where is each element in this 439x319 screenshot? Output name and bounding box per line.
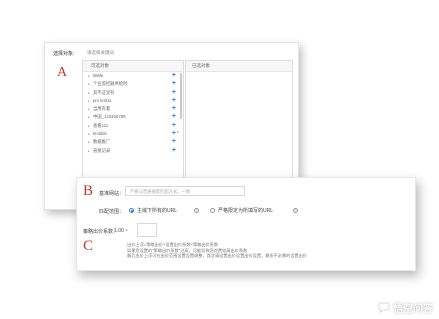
add-icon[interactable]: +	[172, 130, 176, 138]
list-item[interactable]: ▸ 数据推广 +	[83, 138, 183, 146]
expand-arrow-icon[interactable]: ▸	[88, 122, 90, 130]
bid-settings-card: B C 基准网站： 严格与普通搜索匹配方式，一致 匹配范围： 主域下所有的URL…	[76, 177, 416, 271]
list-item[interactable]: ▸ 当用有着 +	[83, 105, 183, 113]
marker-c: C	[83, 238, 94, 254]
bid-factor-label: 策略出价系数：	[83, 229, 119, 235]
list-item[interactable]: ▸ B-ddds +	[83, 130, 183, 138]
list-scrollbar[interactable]	[180, 73, 182, 119]
watermark-text: 悟空问答	[393, 304, 433, 315]
marker-a: A	[57, 65, 68, 80]
list-item[interactable]: ▸ 其不这里有 +	[83, 89, 183, 97]
available-list-header: 可选对象	[83, 61, 183, 72]
list-item-label: 个业监控器供给时	[93, 81, 128, 87]
list-item-label: 当用有着	[93, 106, 111, 112]
match-range-label: 匹配范围：	[99, 209, 125, 215]
add-icon[interactable]: +	[172, 138, 176, 146]
list-item-label: 5Mile	[93, 73, 104, 78]
list-item[interactable]: ▸ 个业监控器供给时 +	[83, 80, 183, 88]
list-item-label: 中国_123456789	[93, 114, 126, 120]
expand-arrow-icon[interactable]: ▸	[88, 89, 90, 97]
expand-arrow-icon[interactable]: ▸	[88, 147, 90, 155]
select-object-hint: 请选择关键词	[87, 50, 114, 55]
list-item[interactable]: ▸ 5Mile +	[83, 72, 183, 80]
add-icon[interactable]: +	[172, 147, 176, 155]
list-item[interactable]: ▸ 直接记录 +	[83, 147, 183, 155]
list-item-label: pm test11	[93, 97, 112, 103]
note-line: 最后出价上浮可在出价范围设置设置调整，首次请设置出价设置出价设置，最多不必需的设…	[127, 253, 308, 259]
transfer-arrow-icon[interactable]: ▸	[177, 129, 179, 134]
help-icon[interactable]: ?	[293, 208, 298, 213]
available-items: ▸ 5Mile + ▸ 个业监控器供给时 + ▸ 其不这里有 + ▸ pm test11 + ▸ 当用有着…	[83, 72, 183, 155]
list-item-label: 数据推广	[93, 139, 111, 145]
bid-factor-prefix: 1.00 ~	[114, 228, 129, 234]
list-item[interactable]: ▸ pm test11 +	[83, 97, 183, 105]
bid-factor-input[interactable]	[137, 223, 157, 237]
bid-notes: 出价上浮=策略出价×设置出价系数×策略出价系数 如果您设置的"策略出价系数"过高…	[127, 242, 307, 259]
match-option-radio-exact[interactable]	[210, 208, 215, 213]
add-icon[interactable]: +	[172, 72, 176, 80]
add-icon[interactable]: +	[172, 113, 176, 121]
expand-arrow-icon[interactable]: ▸	[88, 97, 90, 105]
match-option-label-exact[interactable]: 严格限定为所填写的URL	[218, 207, 273, 214]
expand-arrow-icon[interactable]: ▸	[88, 113, 90, 121]
add-icon[interactable]: +	[172, 105, 176, 113]
list-item[interactable]: ▸ 查看111 +	[83, 122, 183, 130]
marker-b: B	[83, 183, 94, 199]
add-icon[interactable]: +	[172, 97, 176, 105]
add-icon[interactable]: +	[172, 122, 176, 130]
base-site-label: 基准网站：	[99, 191, 125, 197]
list-item[interactable]: ▸ 中国_123456789 +	[83, 113, 183, 121]
add-icon[interactable]: +	[172, 80, 176, 88]
list-item-label: B-ddds	[93, 131, 107, 137]
add-icon[interactable]: +	[172, 89, 176, 97]
list-item-label: 查看111	[93, 122, 109, 128]
wukong-watermark: 悟空问答	[378, 300, 433, 315]
list-item-label: 其不这里有	[93, 89, 115, 95]
expand-arrow-icon[interactable]: ▸	[88, 105, 90, 113]
base-site-input[interactable]: 严格与普通搜索匹配方式，一致	[125, 186, 245, 196]
expand-arrow-icon[interactable]: ▸	[88, 72, 90, 80]
selected-list-header: 已选对象	[186, 61, 292, 72]
chat-bubble-icon	[378, 302, 390, 313]
match-option-label-domain[interactable]: 主域下所有的URL	[137, 207, 177, 214]
help-icon[interactable]: ?	[194, 208, 199, 213]
expand-arrow-icon[interactable]: ▸	[88, 130, 90, 138]
select-object-label: 选择对象:	[53, 51, 75, 57]
match-option-radio-domain[interactable]	[129, 208, 134, 213]
list-item-label: 直接记录	[93, 147, 111, 153]
expand-arrow-icon[interactable]: ▸	[88, 138, 90, 146]
expand-arrow-icon[interactable]: ▸	[88, 80, 90, 88]
